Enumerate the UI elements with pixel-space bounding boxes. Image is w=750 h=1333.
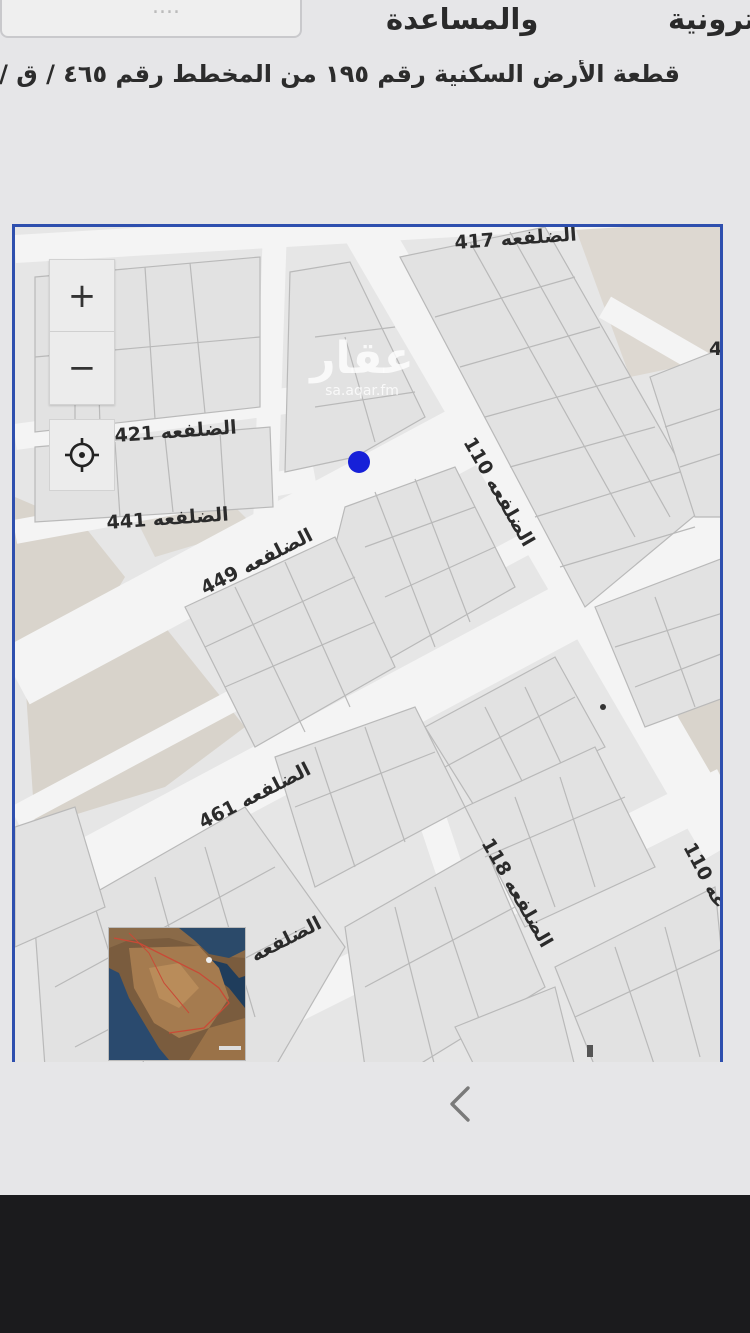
nav-eservices-link[interactable]: كترونية: [668, 2, 750, 36]
map-tick: [587, 1045, 593, 1057]
search-placeholder: ....: [152, 0, 180, 19]
street-label-edge: 4: [709, 338, 722, 360]
locate-me-button[interactable]: [49, 419, 115, 491]
top-navigation: .... والمساعدة كترونية: [0, 0, 750, 50]
map-view[interactable]: الضلفعه 417 الضلفعه 421 الضلفعه 441 الضل…: [12, 224, 723, 1062]
search-input[interactable]: ....: [0, 0, 302, 38]
chevron-left-icon[interactable]: [440, 1082, 480, 1126]
crosshair-icon: [65, 438, 99, 472]
map-point: [600, 704, 606, 710]
property-location-marker[interactable]: [348, 451, 370, 473]
satellite-minimap[interactable]: [108, 927, 246, 1061]
zoom-in-button[interactable]: +: [50, 260, 114, 332]
satellite-minimap-image: [109, 928, 245, 1060]
zoom-out-button[interactable]: −: [50, 332, 114, 403]
watermark-logo: عقار: [310, 333, 414, 384]
watermark-url: sa.aqar.fm: [325, 383, 399, 399]
app-screen: .... والمساعدة كترونية قطعة الأرض السكني…: [0, 0, 750, 1195]
nav-help-link[interactable]: والمساعدة: [386, 2, 538, 36]
aqar-watermark: عقار sa.aqar.fm: [297, 333, 427, 400]
plot-caption: قطعة الأرض السكنية رقم ١٩٥ من المخطط رقم…: [0, 60, 680, 88]
zoom-control: + −: [49, 259, 115, 405]
